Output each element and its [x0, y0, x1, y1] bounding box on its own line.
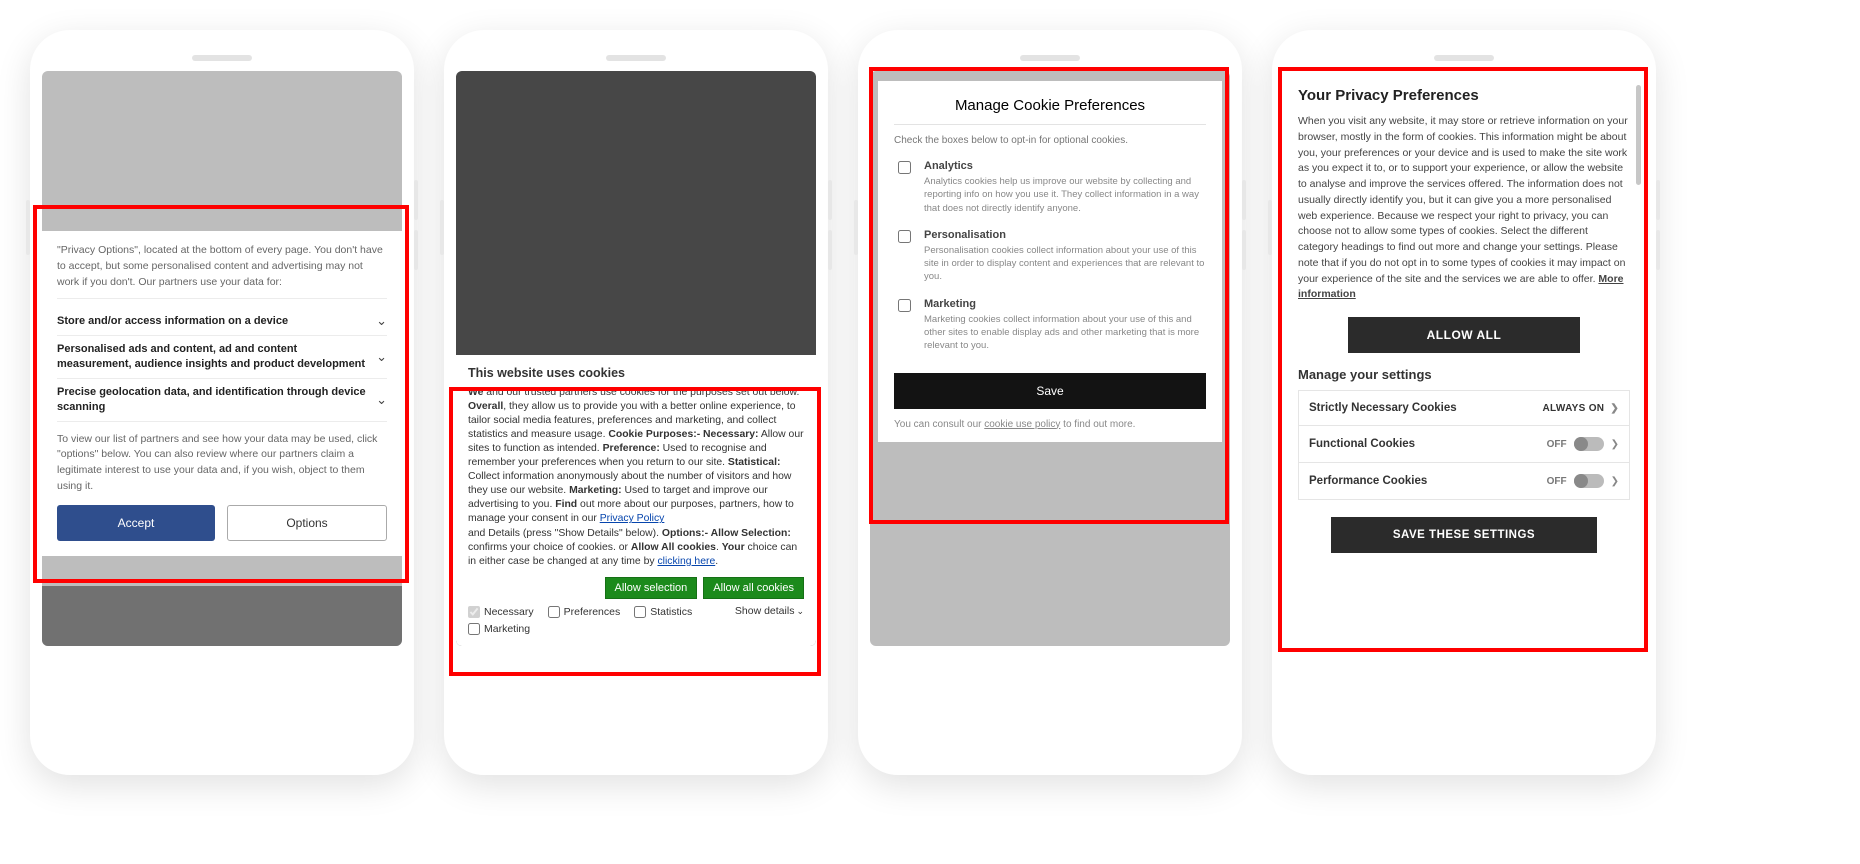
card-title: Manage Cookie Preferences [894, 97, 1206, 125]
privacy-policy-link[interactable]: Privacy Policy [600, 513, 665, 524]
purpose-row[interactable]: Personalised ads and content, ad and con… [57, 336, 387, 379]
allow-all-button[interactable]: Allow all cookies [703, 577, 804, 599]
screen: Manage Cookie Preferences Check the boxe… [870, 71, 1230, 646]
strictly-necessary-row[interactable]: Strictly Necessary Cookies ALWAYS ON❯ [1298, 390, 1630, 426]
personalisation-option[interactable]: PersonalisationPersonalisation cookies c… [894, 229, 1206, 284]
show-details-toggle[interactable]: Show details⌄ [735, 605, 804, 617]
scrollbar[interactable] [1636, 85, 1641, 185]
speaker-icon [1434, 55, 1494, 61]
screen: Your Privacy Preferences When you visit … [1284, 71, 1644, 646]
chevron-right-icon: ❯ [1611, 476, 1619, 487]
speaker-icon [1020, 55, 1080, 61]
phone-mockup-2: This website uses cookies We and our tru… [444, 30, 828, 775]
personalisation-checkbox[interactable] [898, 230, 911, 243]
panel-title: Your Privacy Preferences [1298, 87, 1630, 104]
screen: This website uses cookies We and our tru… [456, 71, 816, 646]
consent-sheet: "Privacy Options", located at the bottom… [42, 231, 402, 556]
outro-text: To view our list of partners and see how… [57, 422, 387, 505]
clicking-here-link[interactable]: clicking here [657, 556, 715, 567]
chevron-down-icon: ⌄ [376, 313, 387, 329]
chevron-down-icon: ⌄ [796, 605, 804, 617]
policy-text: You can consult our cookie use policy to… [894, 419, 1206, 430]
toggle-switch[interactable] [1574, 437, 1604, 451]
chevron-down-icon: ⌄ [376, 349, 387, 365]
preferences-card: Manage Cookie Preferences Check the boxe… [878, 81, 1222, 442]
manage-heading: Manage your settings [1298, 367, 1630, 382]
save-button[interactable]: Save [894, 373, 1206, 409]
marketing-checkbox[interactable] [898, 299, 911, 312]
preferences-checkbox[interactable]: Preferences [548, 605, 621, 619]
allow-selection-button[interactable]: Allow selection [605, 577, 698, 599]
analytics-checkbox[interactable] [898, 161, 911, 174]
banner-stub [42, 586, 402, 646]
speaker-icon [606, 55, 666, 61]
cookie-categories: Necessary Preferences Statistics Show de… [468, 605, 804, 636]
options-button[interactable]: Options [227, 505, 387, 541]
cookie-policy-link[interactable]: cookie use policy [984, 419, 1060, 430]
phone-mockup-4: Your Privacy Preferences When you visit … [1272, 30, 1656, 775]
performance-cookies-row[interactable]: Performance Cookies OFF❯ [1298, 462, 1630, 500]
screen: "Privacy Options", located at the bottom… [42, 71, 402, 646]
cookie-panel: This website uses cookies We and our tru… [456, 355, 816, 646]
necessary-checkbox[interactable]: Necessary [468, 605, 534, 619]
phone-mockup-1: "Privacy Options", located at the bottom… [30, 30, 414, 775]
accept-button[interactable]: Accept [57, 505, 215, 541]
chevron-right-icon: ❯ [1611, 439, 1619, 450]
analytics-option[interactable]: AnalyticsAnalytics cookies help us impro… [894, 160, 1206, 215]
marketing-checkbox[interactable]: Marketing [468, 622, 804, 636]
purpose-row[interactable]: Store and/or access information on a dev… [57, 307, 387, 336]
phone-mockup-3: Manage Cookie Preferences Check the boxe… [858, 30, 1242, 775]
panel-title: This website uses cookies [468, 365, 804, 382]
purpose-row[interactable]: Precise geolocation data, and identifica… [57, 379, 387, 422]
intro-text: "Privacy Options", located at the bottom… [57, 243, 387, 299]
card-subtitle: Check the boxes below to opt-in for opti… [894, 135, 1206, 146]
chevron-down-icon: ⌄ [376, 392, 387, 408]
statistics-checkbox[interactable]: Statistics [634, 605, 692, 619]
save-settings-button[interactable]: SAVE THESE SETTINGS [1331, 517, 1597, 553]
allow-all-button[interactable]: ALLOW ALL [1348, 317, 1580, 353]
panel-body: When you visit any website, it may store… [1298, 114, 1630, 303]
toggle-switch[interactable] [1574, 474, 1604, 488]
marketing-option[interactable]: MarketingMarketing cookies collect infor… [894, 298, 1206, 353]
chevron-right-icon: ❯ [1610, 403, 1619, 414]
functional-cookies-row[interactable]: Functional Cookies OFF❯ [1298, 425, 1630, 463]
speaker-icon [192, 55, 252, 61]
panel-body: We and our trusted partners use cookies … [468, 386, 804, 569]
